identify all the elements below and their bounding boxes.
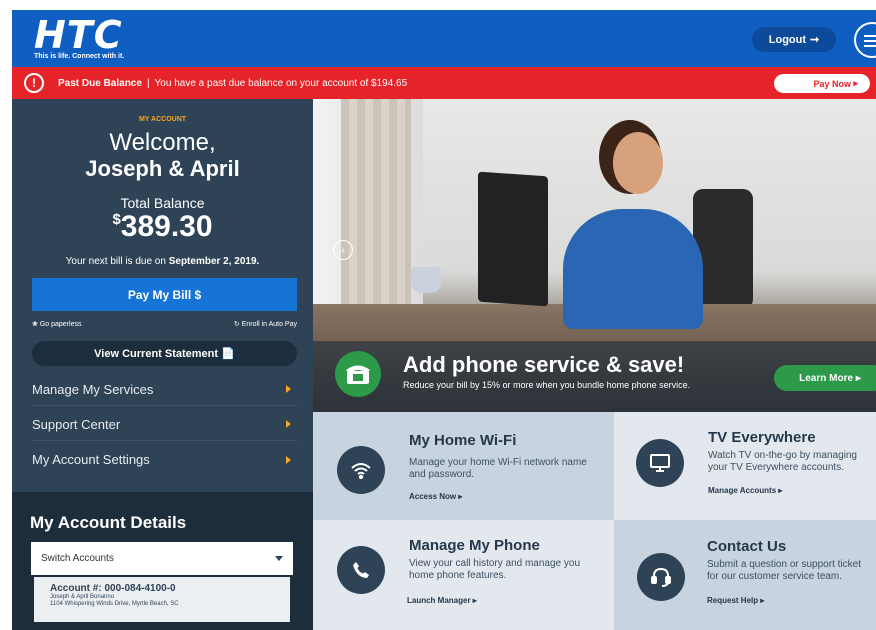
balance-value: 389.30 [120,210,213,243]
tile-link[interactable]: Access Now ▸ [409,492,462,501]
phone-handset-icon [337,546,385,594]
hero-person-body [563,209,703,329]
tile-link[interactable]: Request Help ▸ [707,596,764,605]
document-icon: 📄 [221,348,235,360]
total-balance-label: Total Balance [120,195,205,211]
tile-description: View your call history and manage you ho… [409,558,581,581]
nav-support-center[interactable]: Support Center [32,408,297,441]
alert-separator: | [146,77,150,89]
learn-more-button[interactable]: Learn More ▸ [774,365,876,391]
logo-tagline: This is life. Connect with it. [34,53,125,60]
logout-icon: ➞ [810,34,820,46]
nav-item-label: My Account Settings [32,452,150,467]
leaf-icon: ❀ [32,321,38,328]
account-option[interactable]: Account #: 000-084-4100-0 Joseph & April… [34,577,290,622]
next-bill-prefix: Your next bill is due on [65,256,166,267]
chevron-right-icon [286,385,291,393]
hero-curtain [341,99,411,339]
tile-link-label: Manage Accounts [708,486,777,495]
view-statement-button[interactable]: View Current Statement 📄 [32,341,297,366]
promo-hero: ‹ Add phone service & save! Reduce your … [313,99,876,412]
account-details-panel: My Account Details Switch Accounts Accou… [12,492,313,630]
hero-monitor [478,171,548,307]
logout-label: Logout [768,33,807,46]
tile-manage-phone[interactable]: Manage My Phone View your call history a… [313,520,614,630]
pay-now-label: Pay Now [813,78,851,89]
switch-accounts-label: Switch Accounts [41,553,114,564]
chevron-right-icon [286,420,291,428]
tile-home-wifi[interactable]: My Home Wi-Fi Manage your home Wi-Fi net… [313,412,614,520]
tv-icon [636,439,684,487]
total-balance-amount: $389.30 [12,210,313,244]
my-account-label: MY ACCOUNT [138,116,187,123]
pay-my-bill-button[interactable]: Pay My Bill $ [32,278,297,311]
chevron-down-icon [275,556,283,561]
currency-symbol: $ [112,211,121,228]
go-paperless-label: Go paperless [39,321,82,328]
view-statement-label: View Current Statement [94,347,219,360]
hero-person-head [613,132,663,194]
alert-exclamation-icon: ! [24,73,44,93]
tile-description: Submit a question or support ticket for … [707,559,861,582]
tile-link[interactable]: Launch Manager ▸ [407,596,477,605]
alert-message: You have a past due balance on your acco… [154,77,408,89]
go-paperless-link[interactable]: ❀ Go paperless [32,320,81,328]
switch-accounts-dropdown[interactable]: Switch Accounts [31,542,293,575]
chevron-right-icon [286,455,291,464]
auto-pay-label: Enroll in Auto Pay [241,321,297,328]
nav-item-label: Manage My Services [32,381,154,397]
logout-button[interactable]: Logout ➞ [752,27,836,52]
account-holder: Joseph & April Bonanno [50,594,115,600]
nav-manage-services[interactable]: Manage My Services [32,373,297,406]
tile-link-label: Request Help [707,596,759,605]
tile-link-label: Launch Manager [407,596,471,605]
logo-wordmark: HTC [34,13,123,57]
tile-title: My Home Wi-Fi [409,432,517,449]
next-bill-date: September 2, 2019. [168,256,260,267]
hero-subtitle: Reduce your bill by 15% or more when you… [403,380,691,390]
carousel-prev-icon[interactable]: ‹ [333,240,353,260]
pay-now-button[interactable]: Pay Now ▸ [774,74,870,93]
tile-link[interactable]: Manage Accounts ▸ [708,486,782,495]
account-panel: MY ACCOUNT Welcome, Joseph & April Total… [12,99,313,492]
tile-tv-everywhere[interactable]: TV Everywhere Watch TV on-the-go by mana… [614,412,876,520]
welcome-text: Welcome, [109,129,216,156]
account-details-title: My Account Details [30,513,187,532]
learn-more-label: Learn More [799,372,854,384]
past-due-alert: ! Past Due Balance | You have a past due… [12,67,876,99]
refresh-icon: ↻ [233,321,240,328]
site-header: HTC This is life. Connect with it. Logou… [12,10,876,67]
tile-link-label: Access Now [409,492,457,501]
alert-title: Past Due Balance [58,77,142,89]
billing-quick-links: ❀ Go paperless ↻ Enroll in Auto Pay [32,320,297,328]
nav-account-settings[interactable]: My Account Settings [32,443,297,476]
hero-title: Add phone service & save! [403,352,685,377]
tile-title: Contact Us [707,538,787,555]
customer-names: Joseph & April [85,156,240,181]
headset-icon [637,553,685,601]
nav-item-label: Support Center [32,416,121,432]
tile-description: Manage your home Wi-Fi network name and … [409,457,587,480]
tile-title: TV Everywhere [708,429,816,446]
wifi-icon [337,446,385,494]
auto-pay-link[interactable]: ↻ Enroll in Auto Pay [234,320,297,328]
tile-contact-us[interactable]: Contact Us Submit a question or support … [614,520,876,630]
account-number: Account #: 000-084-4100-0 [50,583,176,594]
htc-logo[interactable]: HTC This is life. Connect with it. [34,15,124,60]
phone-icon [335,351,381,397]
hamburger-menu-icon[interactable] [854,22,876,58]
tile-title: Manage My Phone [409,537,540,554]
hero-cup [411,267,441,293]
next-bill-due: Your next bill is due on September 2, 20… [12,256,313,267]
account-address: 1104 Whispering Winds Drive, Myrtle Beac… [50,601,179,607]
tile-description: Watch TV on-the-go by managing your TV E… [708,450,857,473]
